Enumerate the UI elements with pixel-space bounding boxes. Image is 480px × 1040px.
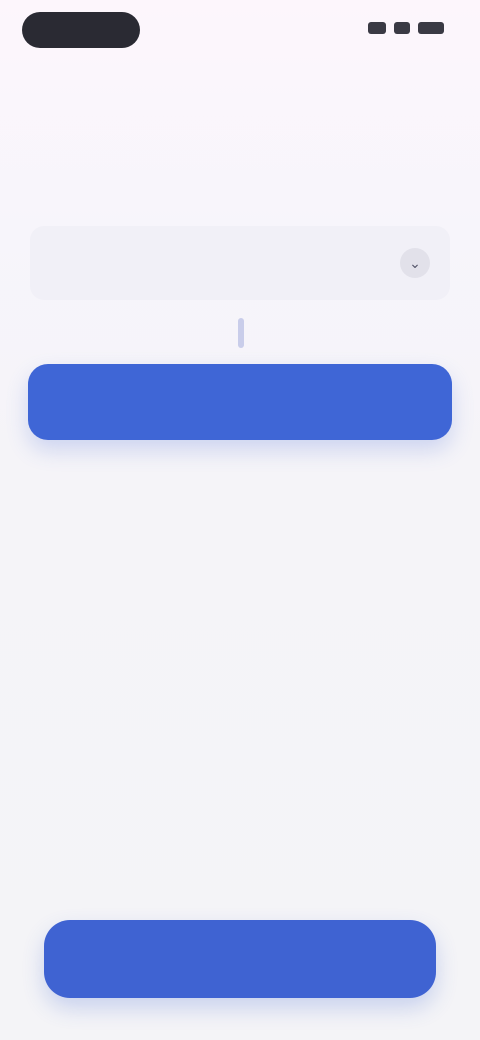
- battery-icon: [418, 22, 444, 34]
- status-bar: [0, 0, 480, 60]
- primary-button[interactable]: [28, 364, 452, 440]
- connector-handle: [238, 318, 244, 348]
- signal-icon: [368, 22, 386, 34]
- status-icons: [368, 22, 444, 34]
- status-pill: [22, 12, 140, 48]
- chevron-down-icon[interactable]: ⌄: [400, 248, 430, 278]
- bottom-action-button[interactable]: [44, 920, 436, 998]
- select-field[interactable]: ⌄: [30, 226, 450, 300]
- wifi-icon: [394, 22, 410, 34]
